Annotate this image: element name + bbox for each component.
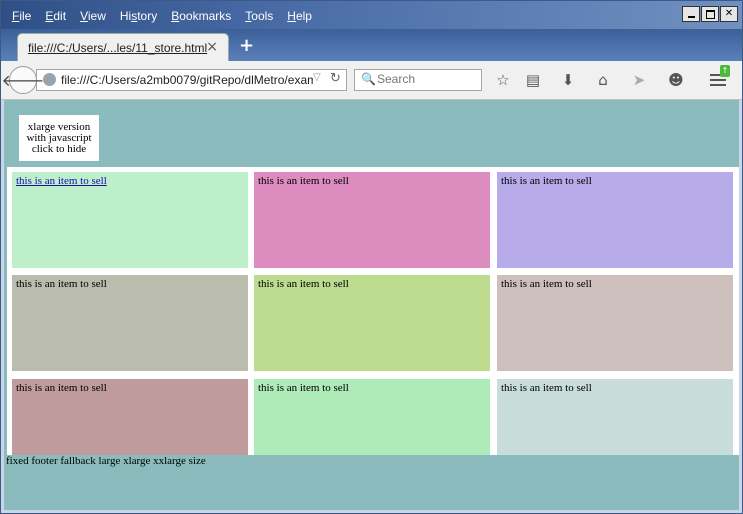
item-card-4[interactable]: this is an item to sell <box>12 275 248 371</box>
url-text: file:///C:/Users/a2mb0079/gitRepo/dlMetr… <box>61 73 313 87</box>
menu-bar: File Edit View History Bookmarks Tools H… <box>5 7 319 25</box>
new-tab-icon[interactable]: + <box>239 35 254 56</box>
browser-window: File Edit View History Bookmarks Tools H… <box>0 0 743 514</box>
back-button[interactable]: 🡐 <box>2 66 44 94</box>
maximize-icon <box>705 9 715 19</box>
minimize-icon <box>687 16 695 18</box>
menu-bookmarks-label: ookmarks <box>179 9 232 23</box>
item-grid: this is an item to sell this is an item … <box>7 167 739 475</box>
xlarge-line-1: xlarge version <box>27 120 91 133</box>
menu-history-label: tory <box>137 9 158 23</box>
title-bar: File Edit View History Bookmarks Tools H… <box>1 1 742 29</box>
item-card-6[interactable]: this is an item to sell <box>497 275 733 371</box>
maximize-button[interactable] <box>701 6 719 22</box>
menu-view-mnemonic: V <box>80 9 88 23</box>
menu-view-label: iew <box>87 9 106 23</box>
xlarge-line-2: with javascript <box>26 131 92 144</box>
menu-bar-line-2 <box>710 79 726 81</box>
minimize-button[interactable] <box>682 6 700 22</box>
item-text: this is an item to sell <box>258 175 349 187</box>
globe-icon <box>43 73 56 86</box>
menu-help-mnemonic: H <box>287 9 296 23</box>
page-footer: fixed footer fallback large xlarge xxlar… <box>4 455 739 510</box>
search-icon: 🔍 <box>361 72 376 86</box>
menu-history[interactable]: History <box>113 7 164 25</box>
menu-help[interactable]: Help <box>280 7 319 25</box>
hello-icon[interactable]: ☻ <box>665 69 687 91</box>
reading-list-icon[interactable]: ▤ <box>522 69 544 91</box>
menu-bar-line-3 <box>710 84 726 86</box>
item-text: this is an item to sell <box>16 278 107 290</box>
back-arrow-icon: 🡐 <box>1 71 45 90</box>
menu-tools[interactable]: Tools <box>238 7 280 25</box>
history-dropdown-icon[interactable]: ▽ <box>313 72 321 83</box>
menu-history-prefix: Hi <box>119 9 132 23</box>
close-window-button[interactable]: ✕ <box>720 6 738 22</box>
bookmark-star-icon[interactable]: ☆ <box>492 69 514 91</box>
tab-strip: file:///C:/Users/...les/11_store.html × … <box>1 29 742 61</box>
update-badge-icon: ↑ <box>720 65 730 77</box>
item-text: this is an item to sell <box>501 278 592 290</box>
item-card-3[interactable]: this is an item to sell <box>497 172 733 268</box>
share-icon[interactable]: ➤ <box>628 69 650 91</box>
item-text: this is an item to sell <box>501 382 592 394</box>
open-menu-button[interactable]: ↑ <box>708 65 730 91</box>
reload-icon[interactable]: ↻ <box>330 71 341 86</box>
menu-help-label: elp <box>295 9 312 23</box>
footer-text: fixed footer fallback large xlarge xxlar… <box>6 455 206 467</box>
item-text: this is an item to sell <box>16 382 107 394</box>
menu-view[interactable]: View <box>73 7 113 25</box>
item-link[interactable]: this is an item to sell <box>16 175 107 187</box>
downloads-icon[interactable]: ⬇ <box>557 69 579 91</box>
menu-file-label: ile <box>19 9 32 23</box>
tab-store[interactable]: file:///C:/Users/...les/11_store.html × <box>17 33 229 61</box>
menu-edit[interactable]: Edit <box>38 7 73 25</box>
menu-file[interactable]: File <box>5 7 38 25</box>
navigation-toolbar: file:///C:/Users/a2mb0079/gitRepo/dlMetr… <box>1 61 742 100</box>
search-input[interactable] <box>377 72 477 86</box>
close-icon: ✕ <box>724 8 734 19</box>
item-card-2[interactable]: this is an item to sell <box>254 172 490 268</box>
xlarge-toggle-box[interactable]: xlarge version with javascript click to … <box>19 115 99 161</box>
url-bar[interactable]: file:///C:/Users/a2mb0079/gitRepo/dlMetr… <box>36 69 347 91</box>
item-card-1[interactable]: this is an item to sell <box>12 172 248 268</box>
search-bar[interactable]: 🔍 <box>354 69 482 91</box>
xlarge-line-3: click to hide <box>31 142 87 155</box>
item-text: this is an item to sell <box>258 382 349 394</box>
menu-edit-label: dit <box>53 9 67 23</box>
menu-bookmarks[interactable]: Bookmarks <box>164 7 238 25</box>
page-viewport: xlarge version with javascript click to … <box>4 100 739 510</box>
item-text: this is an item to sell <box>258 278 349 290</box>
home-icon[interactable]: ⌂ <box>592 69 614 91</box>
window-controls: ✕ <box>682 6 738 22</box>
tab-close-icon[interactable]: × <box>206 39 218 55</box>
tab-title: file:///C:/Users/...les/11_store.html <box>28 41 208 55</box>
item-text: this is an item to sell <box>501 175 592 187</box>
menu-tools-label: ools <box>251 9 274 23</box>
item-card-5[interactable]: this is an item to sell <box>254 275 490 371</box>
